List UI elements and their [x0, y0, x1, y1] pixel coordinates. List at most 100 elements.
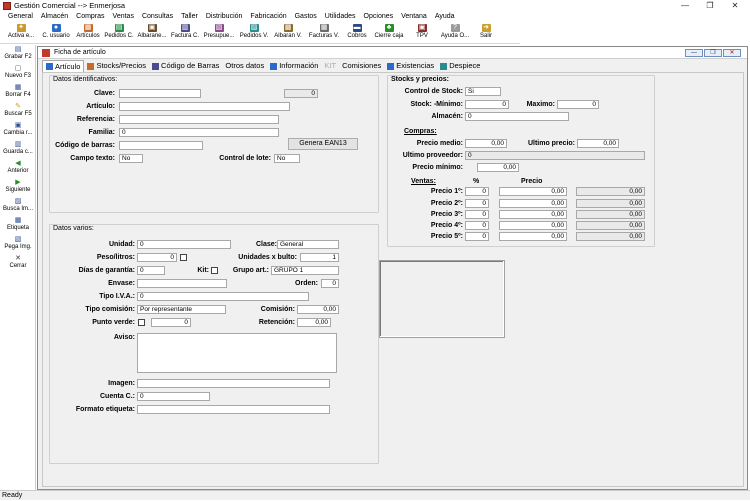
toolbar-sales-invoice-button[interactable]: ▦ Facturas V.: [305, 22, 343, 44]
menu-fabricacion[interactable]: Fabricación: [246, 12, 290, 22]
precio-medio-input[interactable]: 0,00: [465, 139, 507, 148]
referencia-input[interactable]: [119, 115, 279, 124]
tab-existencias[interactable]: Existencias: [384, 60, 437, 72]
cuenta-input[interactable]: 0: [137, 392, 210, 401]
article-image-box[interactable]: [379, 260, 505, 338]
paste-image-button[interactable]: ▧ Pega Img.: [0, 235, 36, 254]
menu-consultas[interactable]: Consultas: [138, 12, 177, 22]
menu-compras[interactable]: Compras: [72, 12, 108, 22]
precio-2-percent-input[interactable]: 0: [465, 199, 489, 208]
precio-3-percent-input[interactable]: 0: [465, 210, 489, 219]
toolbar-invoice-button[interactable]: ▥ Factura C.: [169, 22, 201, 44]
stock-maximo-input[interactable]: 0: [557, 100, 599, 109]
precio-4-input[interactable]: 0,00: [499, 221, 567, 230]
menu-general[interactable]: General: [4, 12, 37, 22]
tab-codigo-barras[interactable]: Código de Barras: [149, 60, 222, 72]
toolbar-cash-close-button[interactable]: ♣ Cierre caja: [371, 22, 407, 44]
tab-informacion[interactable]: Información: [267, 60, 321, 72]
toolbar-collections-button[interactable]: ▬ Cobros: [343, 22, 371, 44]
genera-ean13-button[interactable]: Genera EAN13: [288, 138, 358, 150]
toolbar-orders-button[interactable]: ▤ Pedidos C.: [103, 22, 135, 44]
toolbar-sales-delivery-button[interactable]: ▩ Albaran V.: [271, 22, 305, 44]
label-button[interactable]: ▦ Etiqueta: [0, 216, 36, 235]
precio-1-percent-input[interactable]: 0: [465, 187, 489, 196]
campo-texto-select[interactable]: No: [119, 154, 143, 163]
menu-ayuda[interactable]: Ayuda: [431, 12, 459, 22]
tab-stocks-precios[interactable]: Stocks/Precios: [84, 60, 149, 72]
toolbar-articles-button[interactable]: ▦ Artículos: [73, 22, 103, 44]
peso-checkbox[interactable]: [180, 254, 187, 261]
child-close-icon[interactable]: ✕: [723, 49, 741, 57]
punto-verde-checkbox[interactable]: [138, 319, 145, 326]
toolbar-quote-button[interactable]: ▧ Presupue...: [201, 22, 237, 44]
garantia-input[interactable]: 0: [137, 266, 165, 275]
familia-input[interactable]: 0: [119, 128, 279, 137]
close-window-icon[interactable]: ✕: [722, 0, 748, 12]
menu-ventas[interactable]: Ventas: [109, 12, 138, 22]
child-minimize-icon[interactable]: —: [685, 49, 703, 57]
precio-5-input[interactable]: 0,00: [499, 232, 567, 241]
menu-gastos[interactable]: Gastos: [291, 12, 321, 22]
precio-minimo-input[interactable]: 0,00: [477, 163, 519, 172]
control-stock-select[interactable]: Si: [465, 87, 501, 96]
restore-icon[interactable]: ❐: [697, 0, 723, 12]
punto-verde-input[interactable]: 0: [151, 318, 191, 327]
toolbar-delivery-button[interactable]: ▣ Albarane...: [135, 22, 169, 44]
tab-otros-datos[interactable]: Otros datos: [222, 60, 267, 72]
tipo-comision-select[interactable]: Por representante: [137, 305, 226, 314]
comision-input[interactable]: 0,00: [297, 305, 339, 314]
formato-etiqueta-input[interactable]: [137, 405, 330, 414]
precio-4-percent-input[interactable]: 0: [465, 221, 489, 230]
search-button[interactable]: ✎ Buscar F5: [0, 102, 36, 121]
precio-5-percent-input[interactable]: 0: [465, 232, 489, 241]
toolbar-activate-button[interactable]: ✦ Activa e...: [3, 22, 39, 44]
toolbar-user-button[interactable]: ● C. usuario: [39, 22, 73, 44]
precio-3-input[interactable]: 0,00: [499, 210, 567, 219]
peso-input[interactable]: 0: [137, 253, 177, 262]
next-button[interactable]: ▶ Siguiente: [0, 178, 36, 197]
store-button[interactable]: ▥ Guarda c...: [0, 140, 36, 159]
new-button[interactable]: ▢ Nuevo F3: [0, 64, 36, 83]
previous-button[interactable]: ◀ Anterior: [0, 159, 36, 178]
menu-opciones[interactable]: Opciones: [360, 12, 398, 22]
codigo-barras-input[interactable]: [119, 141, 203, 150]
save-button[interactable]: ▤ Grabar F2: [0, 45, 36, 64]
unidades-bulto-input[interactable]: 1: [300, 253, 339, 262]
control-lote-select[interactable]: No: [274, 154, 300, 163]
imagen-input[interactable]: [137, 379, 330, 388]
tab-comisiones[interactable]: Comisiones: [339, 60, 384, 72]
ultimo-precio-input[interactable]: 0,00: [577, 139, 619, 148]
change-button[interactable]: ▣ Cambia r...: [0, 121, 36, 140]
close-button[interactable]: ✕ Cerrar: [0, 254, 36, 273]
tab-despiece[interactable]: Despiece: [437, 60, 483, 72]
tab-articulo[interactable]: Artículo: [42, 60, 85, 72]
precio-1-input[interactable]: 0,00: [499, 187, 567, 196]
delete-button[interactable]: ▦ Borrar F4: [0, 83, 36, 102]
toolbar-exit-button[interactable]: ➜ Salir: [473, 22, 499, 44]
kit-checkbox[interactable]: [211, 267, 218, 274]
iva-select[interactable]: 0: [137, 292, 309, 301]
menu-almacen[interactable]: Almacén: [37, 12, 72, 22]
toolbar-help-button[interactable]: ? Ayuda O...: [437, 22, 473, 44]
menu-distribucion[interactable]: Distribución: [202, 12, 247, 22]
toolbar-sales-orders-button[interactable]: ▨ Pedidos V.: [237, 22, 271, 44]
aviso-textarea[interactable]: [137, 333, 337, 373]
child-restore-icon[interactable]: ❐: [704, 49, 722, 57]
clave-input[interactable]: [119, 89, 201, 98]
almacen-select[interactable]: 0: [465, 112, 569, 121]
clase-select[interactable]: General: [277, 240, 339, 249]
toolbar-pos-button[interactable]: ▣ TPV: [407, 22, 437, 44]
minimize-icon[interactable]: —: [672, 0, 698, 12]
articulo-input[interactable]: [119, 102, 290, 111]
precio-2-input[interactable]: 0,00: [499, 199, 567, 208]
search-image-button[interactable]: ▨ Busca Im...: [0, 197, 36, 216]
menu-ventana[interactable]: Ventana: [397, 12, 431, 22]
menu-taller[interactable]: Taller: [177, 12, 202, 22]
menu-utilidades[interactable]: Utilidades: [321, 12, 360, 22]
orden-input[interactable]: 0: [321, 279, 339, 288]
grupo-select[interactable]: GRUPO 1: [271, 266, 339, 275]
envase-input[interactable]: [137, 279, 227, 288]
stock-minimo-input[interactable]: 0: [465, 100, 509, 109]
unidad-input[interactable]: 0: [137, 240, 231, 249]
retencion-input[interactable]: 0,00: [297, 318, 331, 327]
